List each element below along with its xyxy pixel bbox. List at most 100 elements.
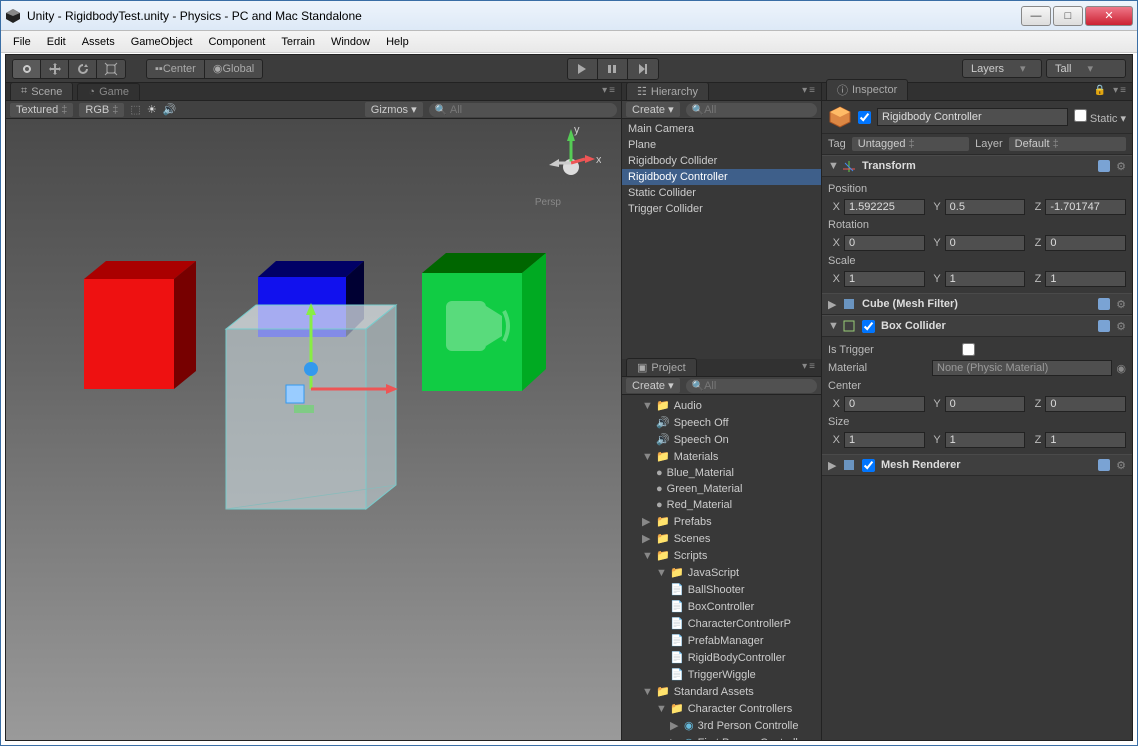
rotation-z-field[interactable]: [1045, 235, 1126, 251]
tool-hand[interactable]: [13, 60, 41, 78]
transform-component-header[interactable]: ▼ Transform ⚙: [822, 155, 1132, 177]
component-gear-icon[interactable]: ⚙: [1116, 459, 1126, 472]
window-minimize-button[interactable]: —: [1021, 6, 1051, 26]
gameobject-name-field[interactable]: [877, 108, 1068, 126]
menu-file[interactable]: File: [7, 34, 37, 50]
menu-component[interactable]: Component: [202, 34, 271, 50]
project-asset[interactable]: 📄PrefabManager: [622, 632, 821, 649]
project-asset[interactable]: 🔊Speech Off: [622, 414, 821, 431]
is-trigger-checkbox[interactable]: [962, 343, 975, 356]
position-x-field[interactable]: [844, 199, 925, 215]
project-folder[interactable]: ▶📁Scenes: [622, 530, 821, 547]
menu-gameobject[interactable]: GameObject: [125, 34, 199, 50]
pivot-global-button[interactable]: ◉ Global: [205, 60, 262, 78]
position-z-field[interactable]: [1045, 199, 1126, 215]
static-checkbox[interactable]: [1074, 109, 1087, 122]
size-y-field[interactable]: [945, 432, 1026, 448]
scene-render-dropdown[interactable]: RGB ‡: [79, 103, 124, 117]
project-folder[interactable]: ▼📁Materials: [622, 448, 821, 465]
tag-dropdown[interactable]: Untagged ‡: [852, 137, 969, 151]
mesh-renderer-enabled-checkbox[interactable]: [862, 459, 875, 472]
project-asset[interactable]: 📄BoxController: [622, 598, 821, 615]
project-search[interactable]: 🔍All: [686, 379, 817, 393]
box-collider-component-header[interactable]: ▼ Box Collider ⚙: [822, 315, 1132, 337]
mesh-filter-component-header[interactable]: ▶ Cube (Mesh Filter) ⚙: [822, 293, 1132, 315]
center-x-field[interactable]: [844, 396, 925, 412]
pause-button[interactable]: [598, 59, 628, 79]
help-icon[interactable]: [1098, 160, 1110, 172]
mesh-renderer-component-header[interactable]: ▶ Mesh Renderer ⚙: [822, 454, 1132, 476]
hierarchy-item[interactable]: Main Camera: [622, 121, 821, 137]
project-folder[interactable]: ▶📁Prefabs: [622, 513, 821, 530]
project-asset[interactable]: ▶◉3rd Person Controlle: [622, 717, 821, 734]
hierarchy-item[interactable]: Plane: [622, 137, 821, 153]
center-z-field[interactable]: [1045, 396, 1126, 412]
project-asset[interactable]: 📄RigidBodyController: [622, 649, 821, 666]
scene-light-toggle[interactable]: ☀: [147, 103, 157, 116]
project-asset[interactable]: ●Green_Material: [622, 481, 821, 497]
scene-audio-toggle[interactable]: 🔊: [163, 103, 177, 116]
project-folder[interactable]: ▼📁JavaScript: [622, 564, 821, 581]
project-folder[interactable]: ▼📁Character Controllers: [622, 700, 821, 717]
window-close-button[interactable]: ✕: [1085, 6, 1133, 26]
axis-gizmo[interactable]: x y: [541, 123, 601, 183]
hierarchy-item-selected[interactable]: Rigidbody Controller: [622, 169, 821, 185]
project-asset[interactable]: 📄BallShooter: [622, 581, 821, 598]
project-folder[interactable]: ▼📁Audio: [622, 397, 821, 414]
project-folder[interactable]: ▼📁Standard Assets: [622, 683, 821, 700]
scene-panel-menu[interactable]: ▾≡: [602, 85, 617, 96]
project-asset[interactable]: 📄CharacterControllerP: [622, 615, 821, 632]
gizmos-dropdown[interactable]: Gizmos ▾: [365, 102, 423, 117]
layers-dropdown[interactable]: Layers▾: [962, 59, 1042, 78]
scene-shading-dropdown[interactable]: Textured ‡: [10, 103, 73, 117]
layout-dropdown[interactable]: Tall▾: [1046, 59, 1126, 78]
hierarchy-tab[interactable]: ☷Hierarchy: [626, 82, 709, 100]
component-gear-icon[interactable]: ⚙: [1116, 320, 1126, 333]
project-asset[interactable]: ●Blue_Material: [622, 465, 821, 481]
component-gear-icon[interactable]: ⚙: [1116, 160, 1126, 173]
window-maximize-button[interactable]: □: [1053, 6, 1083, 26]
scale-y-field[interactable]: [945, 271, 1026, 287]
help-icon[interactable]: [1098, 459, 1110, 471]
game-tab[interactable]: ◔Game: [77, 83, 140, 100]
menu-terrain[interactable]: Terrain: [275, 34, 321, 50]
size-z-field[interactable]: [1045, 432, 1126, 448]
scene-tab[interactable]: ⌗Scene: [10, 82, 73, 100]
hierarchy-item[interactable]: Rigidbody Collider: [622, 153, 821, 169]
project-folder[interactable]: ▼📁Scripts: [622, 547, 821, 564]
rotation-y-field[interactable]: [945, 235, 1026, 251]
play-button[interactable]: [568, 59, 598, 79]
project-panel-menu[interactable]: ▾≡: [802, 361, 817, 372]
layer-dropdown[interactable]: Default ‡: [1009, 137, 1126, 151]
menu-assets[interactable]: Assets: [76, 34, 121, 50]
project-asset[interactable]: ▶◉First Person Controll: [622, 734, 821, 740]
scale-x-field[interactable]: [844, 271, 925, 287]
box-collider-enabled-checkbox[interactable]: [862, 320, 875, 333]
tool-rotate[interactable]: [69, 60, 97, 78]
tool-scale[interactable]: [97, 60, 125, 78]
pivot-center-button[interactable]: ▪▪ Center: [147, 60, 205, 78]
menu-edit[interactable]: Edit: [41, 34, 72, 50]
component-gear-icon[interactable]: ⚙: [1116, 298, 1126, 311]
scene-search[interactable]: 🔍 All: [429, 103, 617, 117]
rotation-x-field[interactable]: [844, 235, 925, 251]
menu-window[interactable]: Window: [325, 34, 376, 50]
project-tab[interactable]: ▣Project: [626, 358, 697, 376]
help-icon[interactable]: [1098, 298, 1110, 310]
position-y-field[interactable]: [945, 199, 1026, 215]
hierarchy-item[interactable]: Static Collider: [622, 185, 821, 201]
hierarchy-item[interactable]: Trigger Collider: [622, 201, 821, 217]
project-asset[interactable]: 📄TriggerWiggle: [622, 666, 821, 683]
inspector-tab[interactable]: ⓘInspector: [826, 79, 908, 100]
menu-help[interactable]: Help: [380, 34, 415, 50]
scene-2d-toggle[interactable]: ⬚: [130, 103, 140, 116]
size-x-field[interactable]: [844, 432, 925, 448]
object-picker-icon[interactable]: ◉: [1116, 362, 1126, 375]
inspector-panel-menu[interactable]: 🔒 ▾≡: [1094, 85, 1128, 96]
tool-move[interactable]: [41, 60, 69, 78]
project-asset[interactable]: ●Red_Material: [622, 497, 821, 513]
scale-z-field[interactable]: [1045, 271, 1126, 287]
hierarchy-search[interactable]: 🔍All: [686, 103, 817, 117]
scene-viewport[interactable]: Persp x y: [6, 119, 621, 740]
hierarchy-panel-menu[interactable]: ▾≡: [802, 85, 817, 96]
